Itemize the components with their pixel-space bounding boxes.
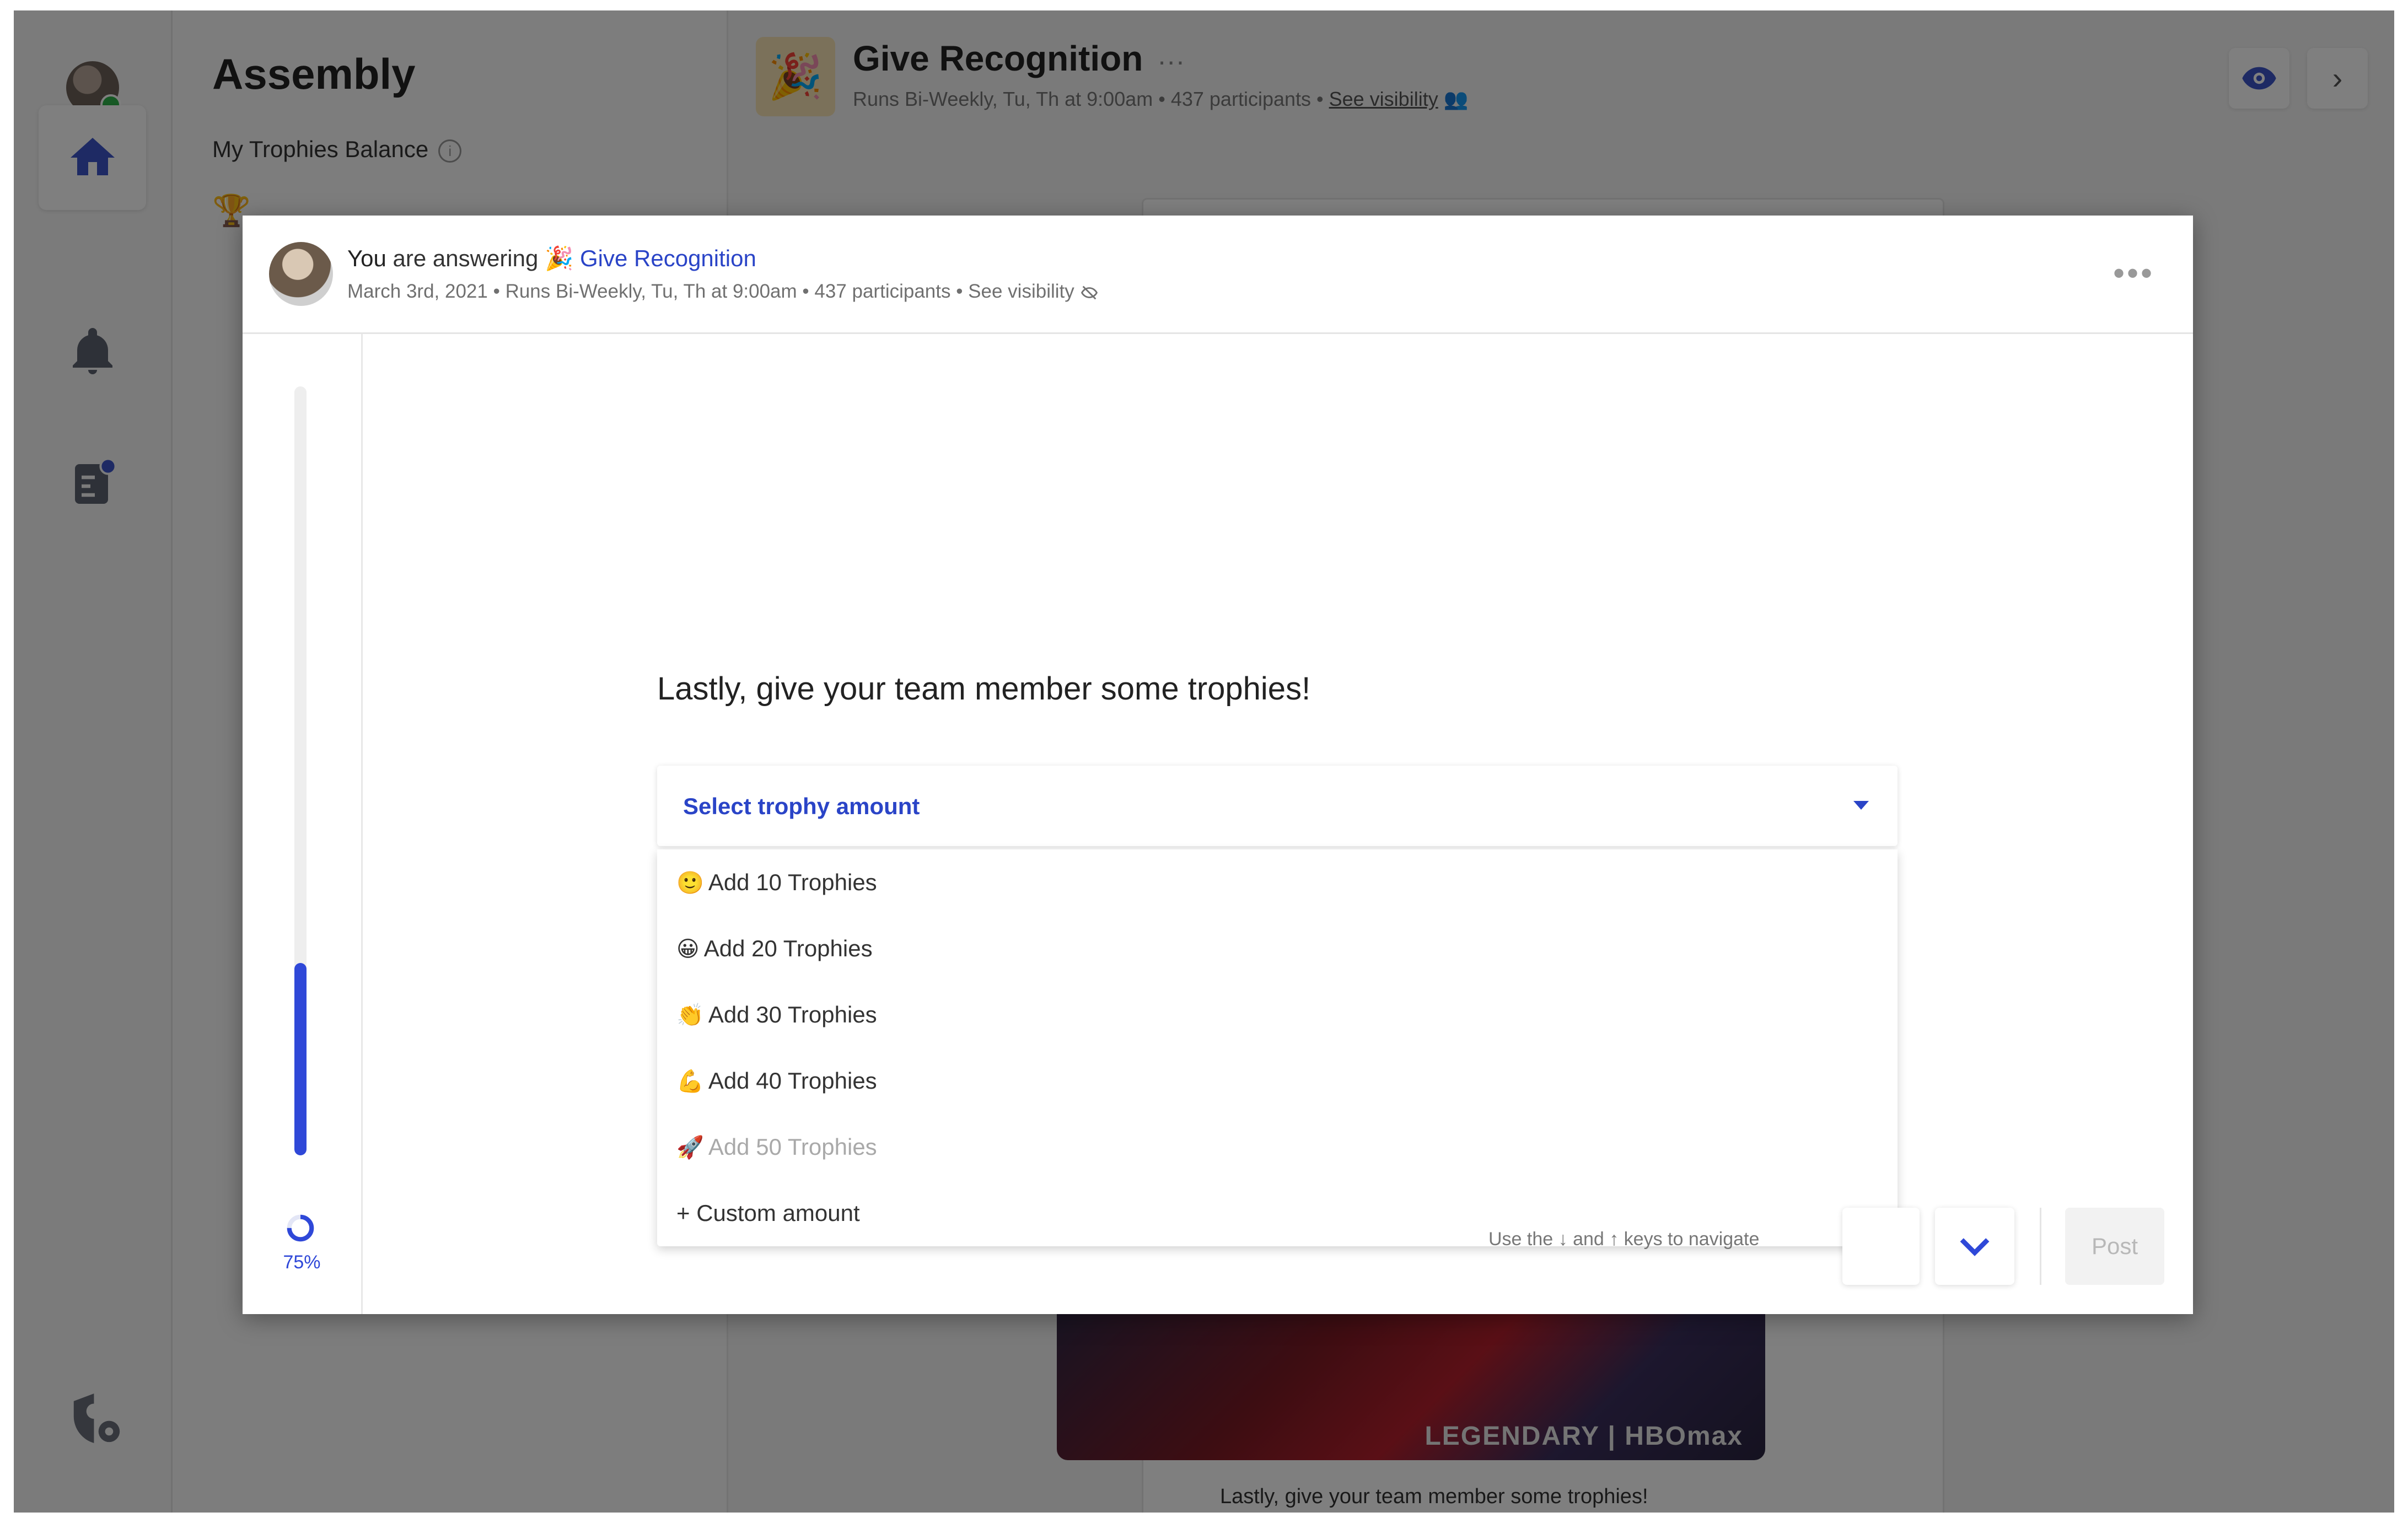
option-add-30[interactable]: 👏 Add 30 Trophies	[676, 984, 877, 1045]
option-add-40[interactable]: 💪 Add 40 Trophies	[676, 1051, 877, 1111]
progress-track	[294, 386, 307, 1155]
you-label: You	[347, 245, 386, 271]
modal-more-button[interactable]: •••	[2113, 254, 2154, 292]
modal-meta-text: March 3rd, 2021 • Runs Bi-Weekly, Tu, Th…	[347, 281, 1074, 302]
option-label: Add 50 Trophies	[708, 1134, 877, 1160]
modal-meta: March 3rd, 2021 • Runs Bi-Weekly, Tu, Th…	[347, 281, 1099, 303]
clap-icon: 👏	[676, 1003, 704, 1027]
answering-line: You are answering 🎉 Give Recognition	[347, 245, 756, 272]
grin-icon: 😀	[676, 937, 700, 961]
next-question-button[interactable]	[1935, 1208, 2014, 1285]
progress-panel: 75%	[243, 334, 363, 1314]
caret-down-icon	[1853, 801, 1869, 810]
post-button[interactable]: Post	[2065, 1208, 2164, 1285]
option-label: Add 10 Trophies	[708, 869, 877, 895]
option-label: + Custom amount	[676, 1200, 860, 1226]
divider	[2040, 1208, 2041, 1285]
chevron-down-icon	[1960, 1238, 1990, 1256]
smile-icon: 🙂	[676, 871, 704, 895]
progress-fill	[294, 963, 307, 1155]
app-window: Assembly My Trophies Balancei 🏆 ‹ 🎉 Give…	[14, 10, 2394, 1513]
trophy-options-menu: 🙂 Add 10 Trophies 😀 Add 20 Trophies 👏 Add 3…	[657, 849, 1898, 1246]
option-label: Add 30 Trophies	[708, 1002, 877, 1027]
party-popper-icon: 🎉	[545, 245, 574, 271]
option-add-20[interactable]: 😀 Add 20 Trophies	[676, 918, 873, 979]
option-label: Add 40 Trophies	[708, 1068, 877, 1094]
responder-avatar	[269, 242, 333, 306]
option-add-10[interactable]: 🙂 Add 10 Trophies	[676, 852, 877, 913]
keyboard-nav-hint: Use the ↓ and ↑ keys to navigate	[1488, 1229, 1760, 1250]
answering-text: are answering	[386, 245, 545, 271]
previous-question-button[interactable]	[1842, 1208, 1920, 1285]
progress-percent: 75%	[283, 1252, 321, 1273]
flow-name-link[interactable]: Give Recognition	[580, 245, 756, 271]
option-label: Add 20 Trophies	[703, 935, 873, 961]
trophy-amount-select[interactable]: Select trophy amount	[657, 766, 1898, 846]
flex-icon: 💪	[676, 1069, 704, 1094]
option-add-50: 🚀 Add 50 Trophies	[676, 1117, 877, 1177]
option-custom-amount[interactable]: + Custom amount	[676, 1183, 860, 1244]
eye-off-icon	[1081, 286, 1098, 300]
question-title: Lastly, give your team member some troph…	[657, 671, 1311, 707]
modal-header: You are answering 🎉 Give Recognition Mar…	[243, 216, 2193, 334]
rocket-icon: 🚀	[676, 1135, 704, 1160]
progress-ring-icon	[287, 1214, 314, 1242]
select-label: Select trophy amount	[683, 793, 920, 819]
answer-flow-modal: You are answering 🎉 Give Recognition Mar…	[243, 216, 2193, 1314]
